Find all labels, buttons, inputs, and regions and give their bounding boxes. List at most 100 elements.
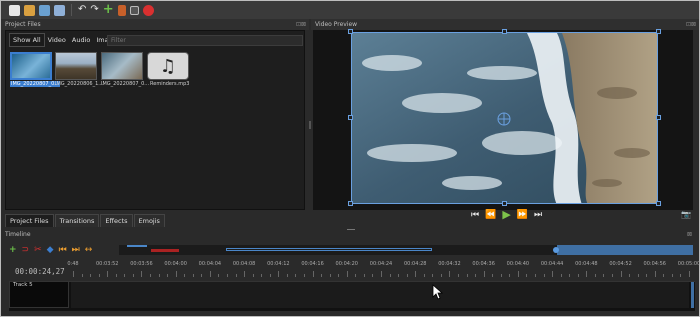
ruler-label: 00:04:04 [198, 261, 222, 267]
redo-icon[interactable]: ↷ [90, 5, 98, 15]
transform-handle[interactable] [502, 201, 507, 206]
file-label-1: IMG_20220807_0... [10, 81, 61, 87]
filter-input[interactable] [107, 35, 303, 46]
tab-transitions[interactable]: Transitions [54, 214, 100, 227]
tab-emojis[interactable]: Emojis [133, 214, 165, 227]
ruler-label: 00:04:24 [369, 261, 393, 267]
new-project-icon[interactable] [9, 4, 20, 16]
play-icon[interactable]: ▶ [502, 209, 510, 221]
center-timeline-icon[interactable]: ↔ [85, 244, 93, 256]
import-files-icon[interactable]: + [103, 3, 114, 16]
video-frame[interactable] [351, 32, 658, 204]
ruler-tick [304, 274, 305, 277]
ruler-tick [81, 274, 83, 277]
rewind-icon[interactable]: ⏪ [485, 209, 496, 221]
add-marker-icon[interactable]: ◆ [47, 244, 54, 256]
panel-float-close-icon[interactable]: ⊡⊠ [686, 19, 696, 30]
ruler-tick [475, 274, 477, 277]
panel-splitter[interactable] [309, 121, 311, 129]
ruler-tick [346, 271, 348, 277]
ruler-tick [90, 274, 92, 277]
filter-tab-show-all[interactable]: Show All [9, 33, 45, 47]
panel-float-close-icon[interactable]: ⊡⊠ [296, 19, 306, 30]
razor-icon[interactable]: ✂ [34, 244, 42, 256]
ruler-label: 00:04:40 [506, 261, 530, 267]
ruler-tick [150, 274, 151, 277]
ruler-tick [432, 274, 434, 277]
fast-forward-icon[interactable]: ⏩ [517, 209, 528, 221]
export-video-icon[interactable] [142, 4, 154, 16]
jump-end-icon[interactable]: ⏭ [534, 209, 542, 221]
app-window: ↶ ↷ + Project Files ⊡⊠ Show All Video Au… [0, 0, 700, 317]
ruler-tick [372, 274, 374, 277]
transform-handle[interactable] [656, 29, 661, 34]
ruler-tick [654, 271, 656, 277]
ruler-tick [509, 274, 511, 277]
ruler-tick [269, 274, 271, 277]
timeline-toolbar: + ⊃ ✂ ◆ ⏮ ⏭ ↔ [9, 243, 92, 257]
ruler-tick [329, 274, 331, 277]
track-lane[interactable] [71, 282, 689, 308]
transform-handle[interactable] [348, 201, 353, 206]
ruler-tick [466, 274, 468, 277]
ruler-label: 00:05:00 [677, 261, 700, 267]
save-project-icon[interactable] [39, 4, 50, 16]
tab-project-files[interactable]: Project Files [5, 214, 54, 227]
project-files-title: Project Files [5, 21, 41, 28]
transform-handle[interactable] [656, 115, 661, 120]
ruler-tick [235, 274, 237, 277]
panel-close-icon[interactable]: ⊠ [687, 231, 692, 238]
vertical-scrollbar[interactable] [691, 282, 694, 308]
filter-tab-audio[interactable]: Audio [69, 34, 93, 46]
next-marker-icon[interactable]: ⏭ [72, 244, 80, 256]
ruler-tick [612, 274, 613, 277]
file-thumbnail-1[interactable] [10, 52, 52, 80]
playback-controls: ⏮ ⏪ ▶ ⏩ ⏭ [471, 209, 542, 221]
snap-magnet-icon[interactable]: ⊃ [22, 244, 30, 256]
filter-tab-video[interactable]: Video [45, 34, 69, 46]
file-thumbnail-2[interactable] [55, 52, 97, 80]
zoom-handle[interactable] [553, 247, 559, 253]
ruler-tick [73, 271, 74, 277]
ruler-tick [671, 274, 673, 277]
ruler-tick [98, 274, 100, 277]
profile-icon[interactable] [117, 4, 126, 16]
filter-tabs: Show All Video Audio Image [9, 33, 120, 47]
transform-handle[interactable] [656, 201, 661, 206]
dock-splitter[interactable] [347, 229, 355, 230]
ruler-label: 00:04:48 [575, 261, 598, 267]
ruler-tick [175, 271, 177, 277]
ruler-tick [569, 274, 571, 277]
ruler-tick [517, 271, 519, 277]
transform-handle[interactable] [348, 115, 353, 120]
ruler-tick [458, 274, 459, 277]
tab-effects[interactable]: Effects [100, 214, 133, 227]
previous-marker-icon[interactable]: ⏮ [59, 244, 67, 256]
ruler-tick [363, 274, 365, 277]
fullscreen-icon[interactable] [129, 5, 139, 15]
ruler-label: 00:04:52 [609, 261, 632, 267]
ruler-tick [124, 274, 126, 277]
transform-handle[interactable] [348, 29, 353, 34]
undo-icon[interactable]: ↶ [78, 5, 86, 15]
file-thumbnail-3[interactable] [101, 52, 143, 80]
jump-start-icon[interactable]: ⏮ [471, 209, 479, 221]
ruler-tick [184, 274, 186, 277]
ruler-tick [192, 274, 194, 277]
ruler-label: 00:04:08 [232, 261, 256, 267]
music-note-icon[interactable]: ♫ [147, 52, 189, 80]
ruler-tick [201, 274, 203, 277]
open-project-icon[interactable] [24, 4, 35, 16]
ruler-tick [227, 274, 228, 277]
timeline-ruler[interactable]: 0:48 00:03:52 00:03:56 00:04:00 00:04:04 00:0… [67, 261, 700, 277]
file-label-3: IMG_20220807_0... [101, 81, 150, 87]
ruler-tick [295, 274, 297, 277]
scrollbar-thumb[interactable] [557, 245, 693, 255]
ruler-tick [338, 274, 340, 277]
transform-handle[interactable] [502, 29, 507, 34]
save-as-icon[interactable] [54, 4, 65, 16]
camera-icon[interactable]: 📷 [681, 210, 691, 219]
add-track-icon[interactable]: + [9, 244, 17, 256]
timeline-overview-scrollbar[interactable] [119, 245, 693, 255]
ruler-label: 00:03:52 [95, 261, 119, 267]
